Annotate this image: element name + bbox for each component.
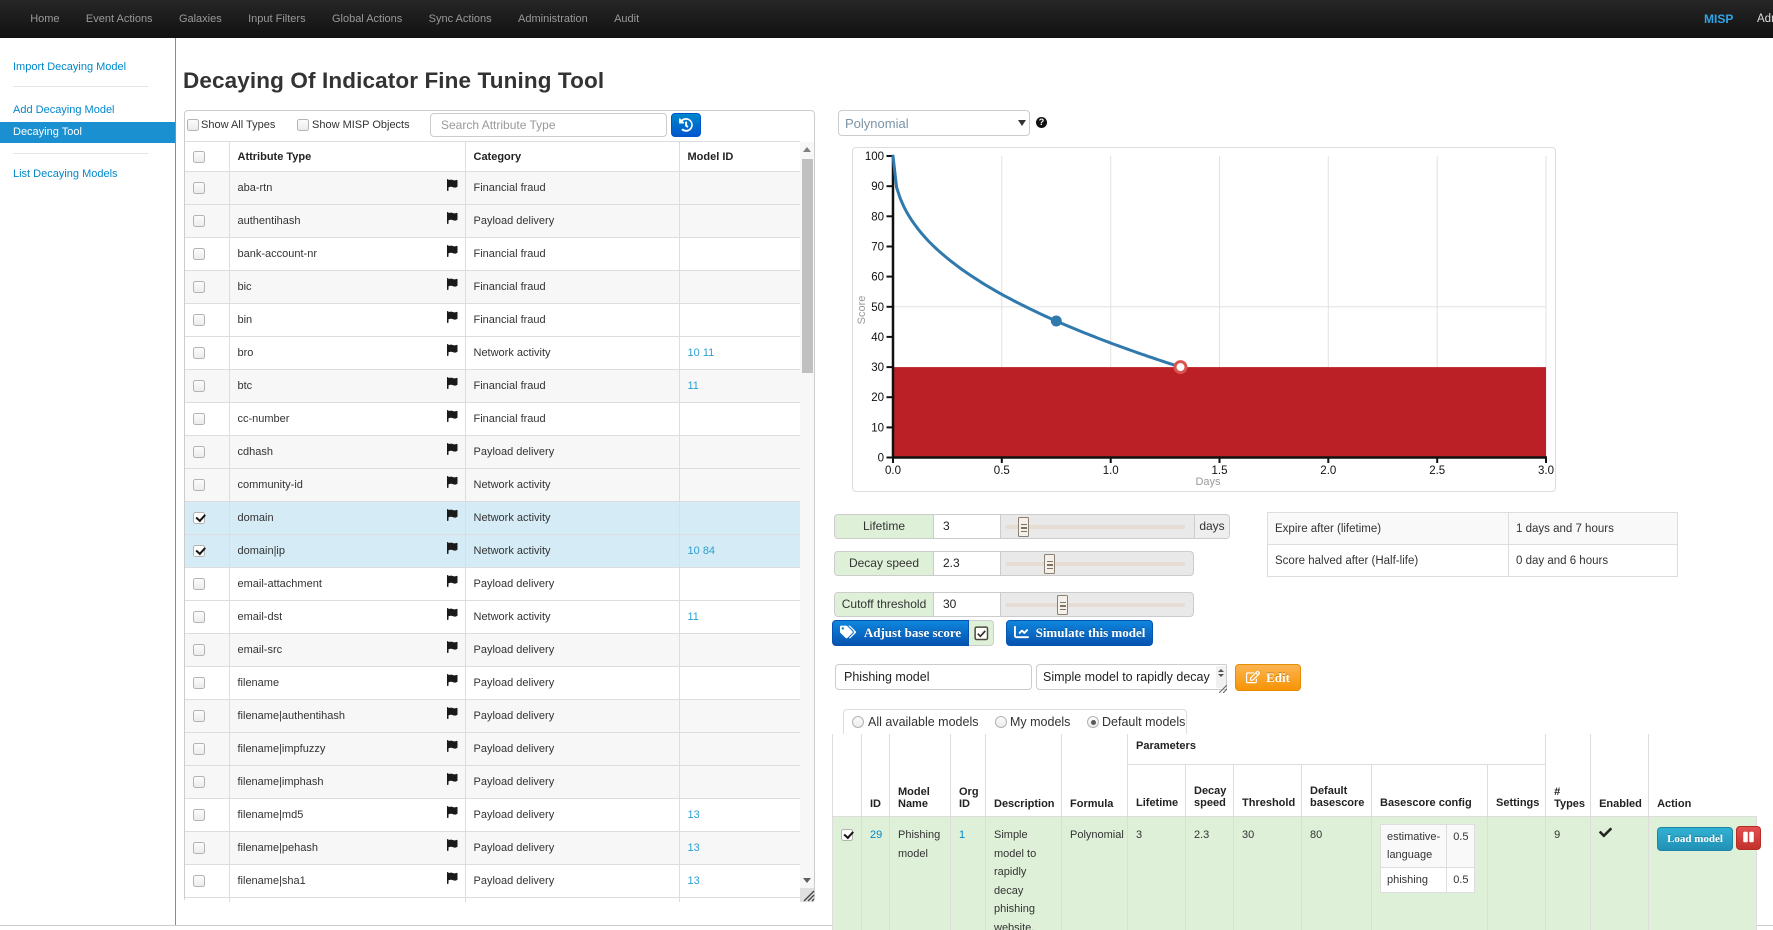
svg-text:50: 50 bbox=[871, 302, 884, 314]
svg-text:80: 80 bbox=[871, 211, 884, 223]
svg-text:0: 0 bbox=[878, 453, 884, 465]
svg-text:90: 90 bbox=[871, 181, 884, 193]
svg-text:100: 100 bbox=[865, 151, 884, 163]
svg-text:30: 30 bbox=[871, 362, 884, 374]
svg-text:0.0: 0.0 bbox=[885, 465, 901, 477]
svg-text:3.0: 3.0 bbox=[1538, 465, 1554, 477]
svg-text:2.0: 2.0 bbox=[1320, 465, 1336, 477]
svg-text:60: 60 bbox=[871, 272, 884, 284]
svg-text:40: 40 bbox=[871, 332, 884, 344]
svg-text:1.0: 1.0 bbox=[1103, 465, 1119, 477]
svg-text:Score: Score bbox=[856, 296, 868, 325]
svg-text:10: 10 bbox=[871, 422, 884, 434]
svg-text:2.5: 2.5 bbox=[1429, 465, 1445, 477]
svg-text:20: 20 bbox=[871, 392, 884, 404]
svg-text:70: 70 bbox=[871, 242, 884, 254]
svg-text:Days: Days bbox=[1195, 476, 1221, 488]
svg-text:0.5: 0.5 bbox=[994, 465, 1010, 477]
